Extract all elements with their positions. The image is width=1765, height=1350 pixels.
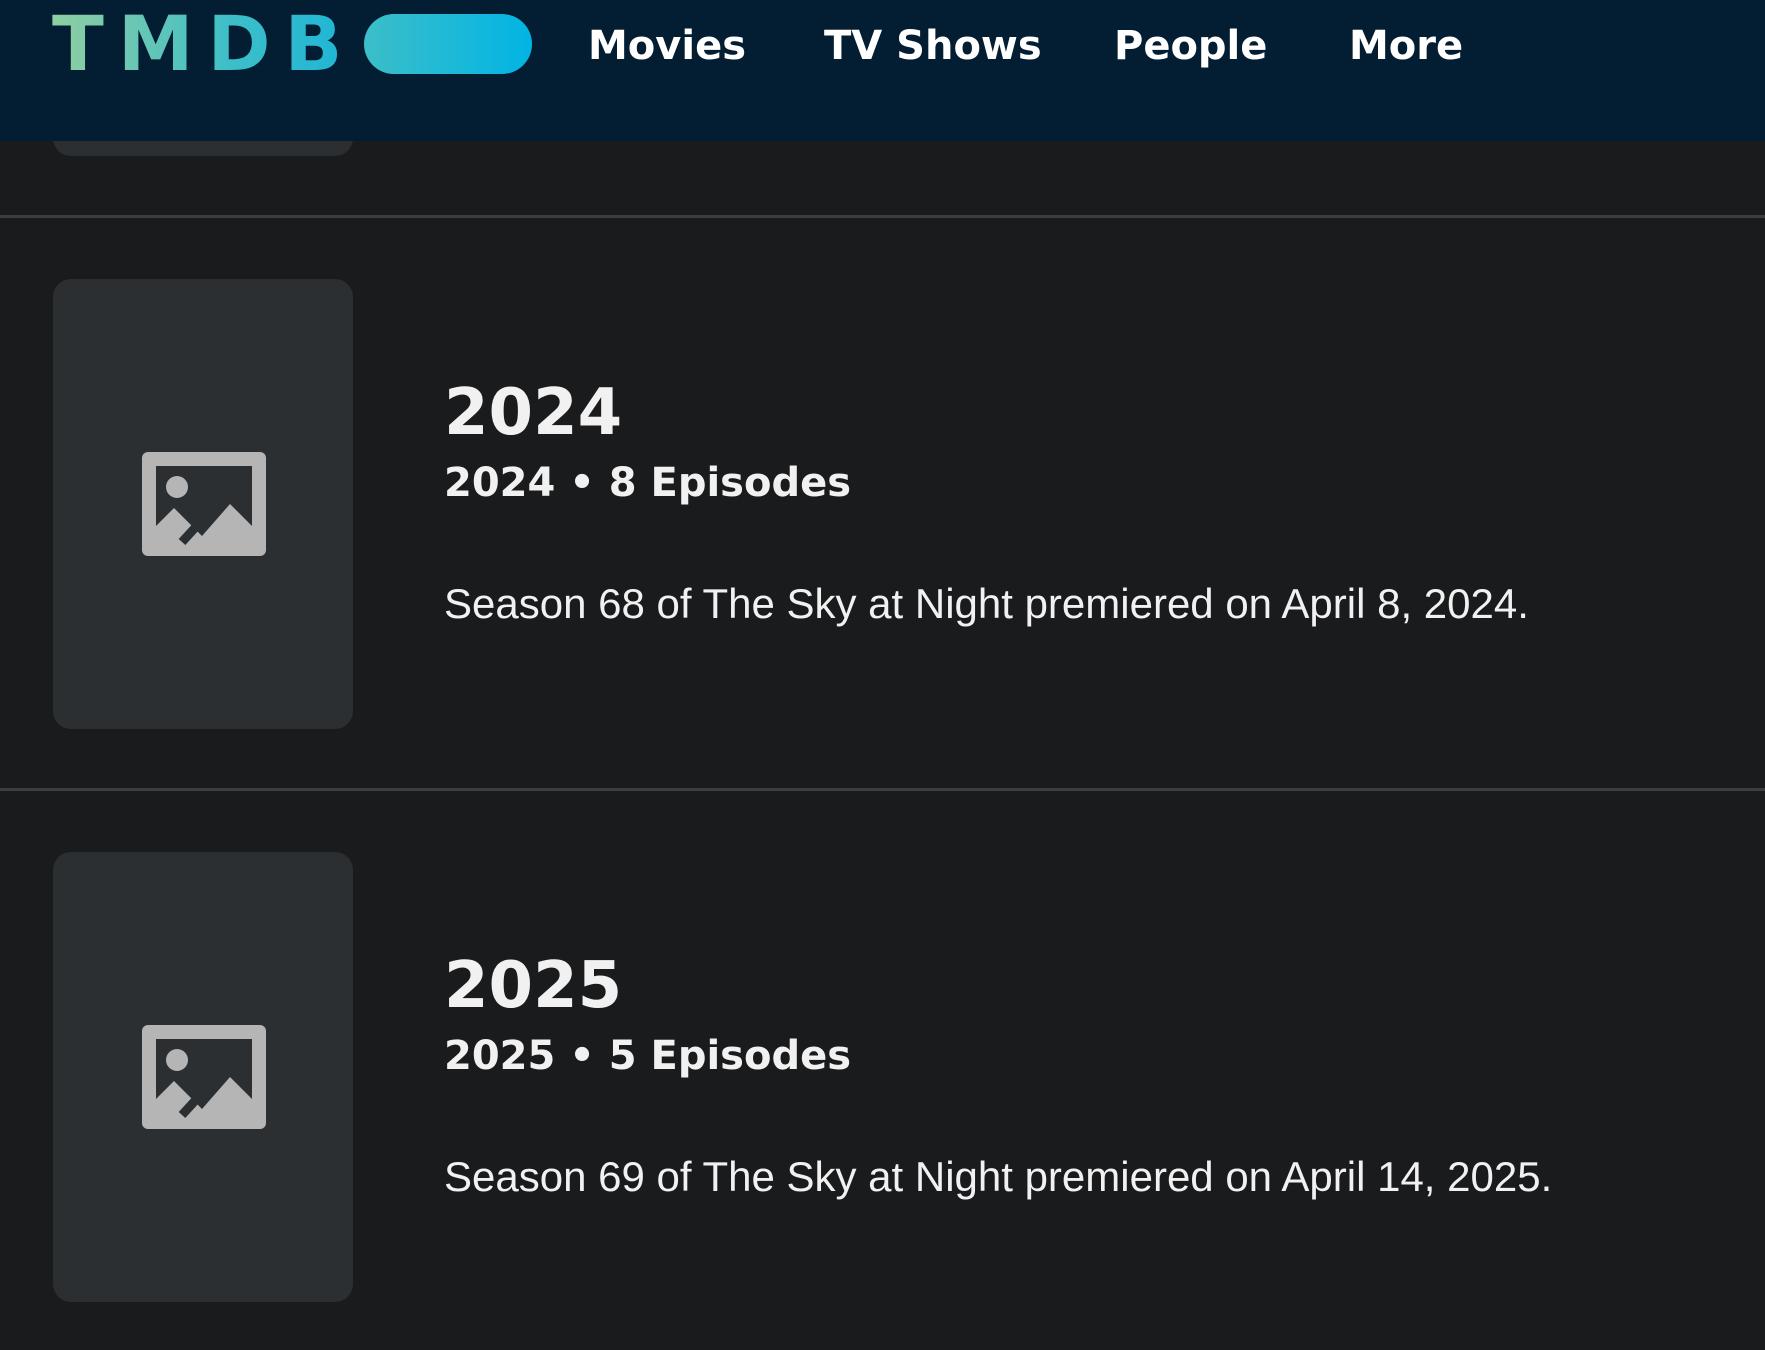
top-navigation-bar: TMDB Movies TV Shows People More — [0, 0, 1765, 141]
nav-item-tv-shows[interactable]: TV Shows — [824, 22, 1042, 70]
season-meta: 2025 • 5 Episodes — [444, 1033, 852, 1079]
image-placeholder-icon — [142, 452, 266, 556]
section-divider — [0, 788, 1765, 791]
season-poster[interactable] — [53, 279, 353, 729]
image-placeholder-icon — [142, 1025, 266, 1129]
tmdb-logo[interactable]: TMDB — [52, 0, 533, 88]
nav-item-movies[interactable]: Movies — [588, 22, 746, 70]
section-divider — [0, 215, 1765, 218]
season-poster[interactable] — [53, 852, 353, 1302]
nav-item-more[interactable]: More — [1349, 22, 1463, 70]
season-overview: Season 68 of The Sky at Night premiered … — [444, 580, 1529, 627]
season-overview: Season 69 of The Sky at Night premiered … — [444, 1153, 1553, 1200]
logo-pill-shape — [364, 14, 533, 74]
season-title[interactable]: 2024 — [444, 376, 622, 450]
season-meta: 2024 • 8 Episodes — [444, 460, 852, 506]
nav-item-people[interactable]: People — [1114, 22, 1267, 70]
logo-text: TMDB — [52, 0, 357, 88]
season-title[interactable]: 2025 — [444, 949, 622, 1023]
